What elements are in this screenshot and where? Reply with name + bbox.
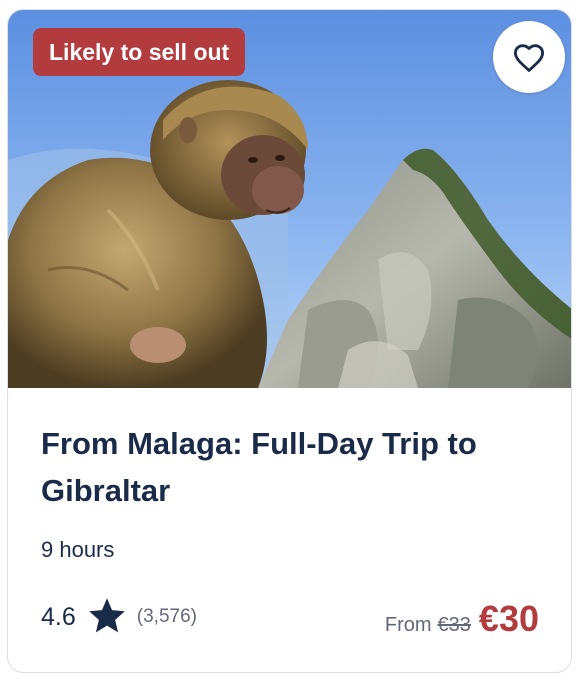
heart-outline-icon [513,44,545,72]
review-count: (3,576) [136,606,197,627]
rating-summary: 4.6 (3,576) [41,597,197,638]
star-icon [88,597,126,638]
current-price: €30 [478,598,539,639]
price-from-label: From [384,614,432,636]
original-price: €33 [437,614,471,636]
rating-value: 4.6 [41,602,76,631]
activity-card[interactable]: Likely to sell out From Malaga: Full-Day… [7,9,572,673]
activity-duration: 9 hours [41,537,115,562]
activity-photo[interactable]: Likely to sell out [8,10,571,388]
price-block: From €33 €30 [384,598,539,639]
add-to-wishlist-button[interactable] [493,21,565,93]
activity-title[interactable]: From Malaga: Full-Day Trip to Gibraltar [41,420,541,514]
likely-to-sell-out-badge: Likely to sell out [33,28,246,76]
